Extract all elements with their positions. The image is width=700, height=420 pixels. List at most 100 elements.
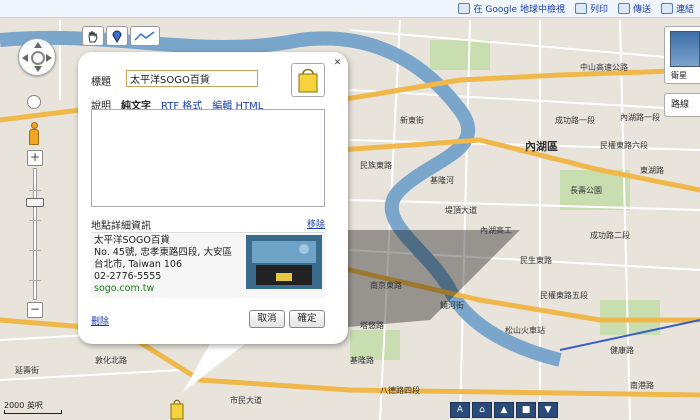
hand-icon xyxy=(31,51,45,65)
pan-left-icon[interactable] xyxy=(22,54,28,62)
map-label: 塔悠路 xyxy=(360,321,384,330)
pegman-head xyxy=(31,122,38,129)
map-label: 民生東路 xyxy=(520,256,552,265)
link-link[interactable]: 連結 xyxy=(660,2,694,15)
print-label: 列印 xyxy=(589,5,608,15)
shopping-bag-icon xyxy=(298,68,318,93)
bottom-tool-button[interactable]: ■ xyxy=(516,402,536,418)
pegman-icon[interactable] xyxy=(28,122,40,146)
line-tool-button[interactable] xyxy=(130,26,160,46)
store-photo xyxy=(246,235,322,289)
zoom-tick xyxy=(29,250,41,251)
google-earth-label: 在 Google 地球中檢視 xyxy=(473,5,565,15)
map-label: 東湖路 xyxy=(640,166,664,175)
infowindow-footer: 刪除 取消 確定 xyxy=(91,310,325,330)
pan-right-icon[interactable] xyxy=(46,54,52,62)
zoom-in-button[interactable]: + xyxy=(27,150,43,166)
map-label: 內湖路一段 xyxy=(620,113,660,122)
map-label: 敦化北路 xyxy=(95,356,127,365)
map-label: 市民大道 xyxy=(230,396,262,405)
pan-up-icon[interactable] xyxy=(34,42,42,48)
satellite-thumbnail xyxy=(670,31,700,67)
send-link[interactable]: 傳送 xyxy=(617,2,651,15)
bottom-tool-button[interactable]: ▼ xyxy=(538,402,558,418)
map-label: 南京東路 xyxy=(370,281,402,290)
scale-bar: 2000 英呎 xyxy=(4,400,62,414)
globe-icon xyxy=(458,3,471,14)
pan-control[interactable] xyxy=(18,38,56,76)
place-details-header: 地點詳細資訊 移除 xyxy=(91,217,325,232)
description-textarea[interactable] xyxy=(91,109,325,207)
placemark-tool-button[interactable] xyxy=(106,26,128,46)
link-icon xyxy=(660,3,673,14)
place-details-text: 太平洋SOGO百貨 No. 45號, 忠孝東路四段, 大安區 台北市, Taiw… xyxy=(94,235,244,295)
map-label: 基隆河 xyxy=(430,176,454,185)
placemark-icon xyxy=(112,30,122,43)
compass-icon[interactable] xyxy=(27,95,41,109)
map-label: 松山火車站 xyxy=(505,326,545,335)
mail-icon xyxy=(617,3,630,14)
zoom-tick xyxy=(29,220,41,221)
link-label: 連結 xyxy=(675,5,694,15)
ok-button[interactable]: 確定 xyxy=(289,310,325,328)
place-url[interactable]: sogo.com.tw xyxy=(94,283,244,295)
place-name: 太平洋SOGO百貨 xyxy=(94,235,170,246)
map-label: 長壽公園 xyxy=(570,186,602,195)
scale-label: 2000 英呎 xyxy=(4,401,43,410)
place-details-box: 太平洋SOGO百貨 No. 45號, 忠孝東路四段, 大安區 台北市, Taiw… xyxy=(91,232,325,298)
map-label: 民權東路五段 xyxy=(540,291,588,300)
line-tool-icon xyxy=(134,31,155,41)
zoom-slider-handle[interactable] xyxy=(26,198,44,207)
place-phone: 02-2776-5555 xyxy=(94,271,162,282)
bottom-tool-button[interactable]: ▲ xyxy=(494,402,514,418)
place-details-label: 地點詳細資訊 xyxy=(91,221,151,232)
bottom-tool-button[interactable]: ⌂ xyxy=(472,402,492,418)
google-earth-link[interactable]: 在 Google 地球中檢視 xyxy=(458,2,565,15)
pan-down-icon[interactable] xyxy=(34,66,42,72)
hand-tool-button[interactable] xyxy=(82,26,104,46)
hand-tool-icon xyxy=(88,30,98,43)
place-address-line1: No. 45號, 忠孝東路四段, 大安區 xyxy=(94,247,232,258)
route-button[interactable]: 路線 xyxy=(664,93,700,117)
map-label: 八德路四段 xyxy=(380,386,420,395)
shopping-bag-marker-icon xyxy=(170,399,184,420)
map-label: 成功路二段 xyxy=(590,231,630,240)
map-label: 民族東路 xyxy=(360,161,392,170)
zoom-tick xyxy=(29,190,41,191)
marker-icon-button[interactable] xyxy=(291,63,325,97)
map-label: 新東街 xyxy=(400,116,424,125)
district-label: 內湖區 xyxy=(525,140,558,153)
map-type-satellite-button[interactable]: 衛星 xyxy=(664,26,700,84)
bottom-toolbar: A ⌂ ▲ ■ ▼ xyxy=(450,402,558,418)
cancel-button[interactable]: 取消 xyxy=(249,310,285,328)
top-bar: 在 Google 地球中檢視 列印 傳送 連結 xyxy=(0,0,700,18)
remove-details-link[interactable]: 移除 xyxy=(307,217,325,232)
placemark-infowindow: ✕ 標題 說明 純文字 RTF 格式 編輯 HTML 地點詳細資訊 移除 太平洋… xyxy=(78,52,348,344)
pegman-body xyxy=(29,129,39,145)
close-icon[interactable]: ✕ xyxy=(333,59,342,68)
map-label: 成功路一段 xyxy=(555,116,595,125)
title-input[interactable] xyxy=(126,70,258,87)
map-label: 中山高速公路 xyxy=(580,63,628,72)
print-link[interactable]: 列印 xyxy=(574,2,608,15)
print-icon xyxy=(574,3,587,14)
place-address-line2: 台北市, Taiwan 106 xyxy=(94,259,182,270)
map-label: 內湖高工 xyxy=(480,226,512,235)
delete-link[interactable]: 刪除 xyxy=(91,314,109,327)
title-label: 標題 xyxy=(91,77,111,88)
send-label: 傳送 xyxy=(632,5,651,15)
map-label: 南港路 xyxy=(630,381,654,390)
scale-bar-graphic xyxy=(4,410,62,414)
drawing-toolbar xyxy=(82,26,160,46)
zoom-out-button[interactable]: − xyxy=(27,302,43,318)
map-label: 基隆路 xyxy=(350,356,374,365)
map-label: 民權東路六段 xyxy=(600,141,648,150)
map-label: 延壽街 xyxy=(15,366,39,375)
zoom-tick xyxy=(29,280,41,281)
map-label: 堤頂大道 xyxy=(445,206,477,215)
bottom-tool-button[interactable]: A xyxy=(450,402,470,418)
placemark-marker[interactable] xyxy=(168,398,186,420)
zoom-control: + − xyxy=(26,150,44,320)
map-type-label: 衛星 xyxy=(671,71,687,80)
map-label: 饒河街 xyxy=(440,301,464,310)
